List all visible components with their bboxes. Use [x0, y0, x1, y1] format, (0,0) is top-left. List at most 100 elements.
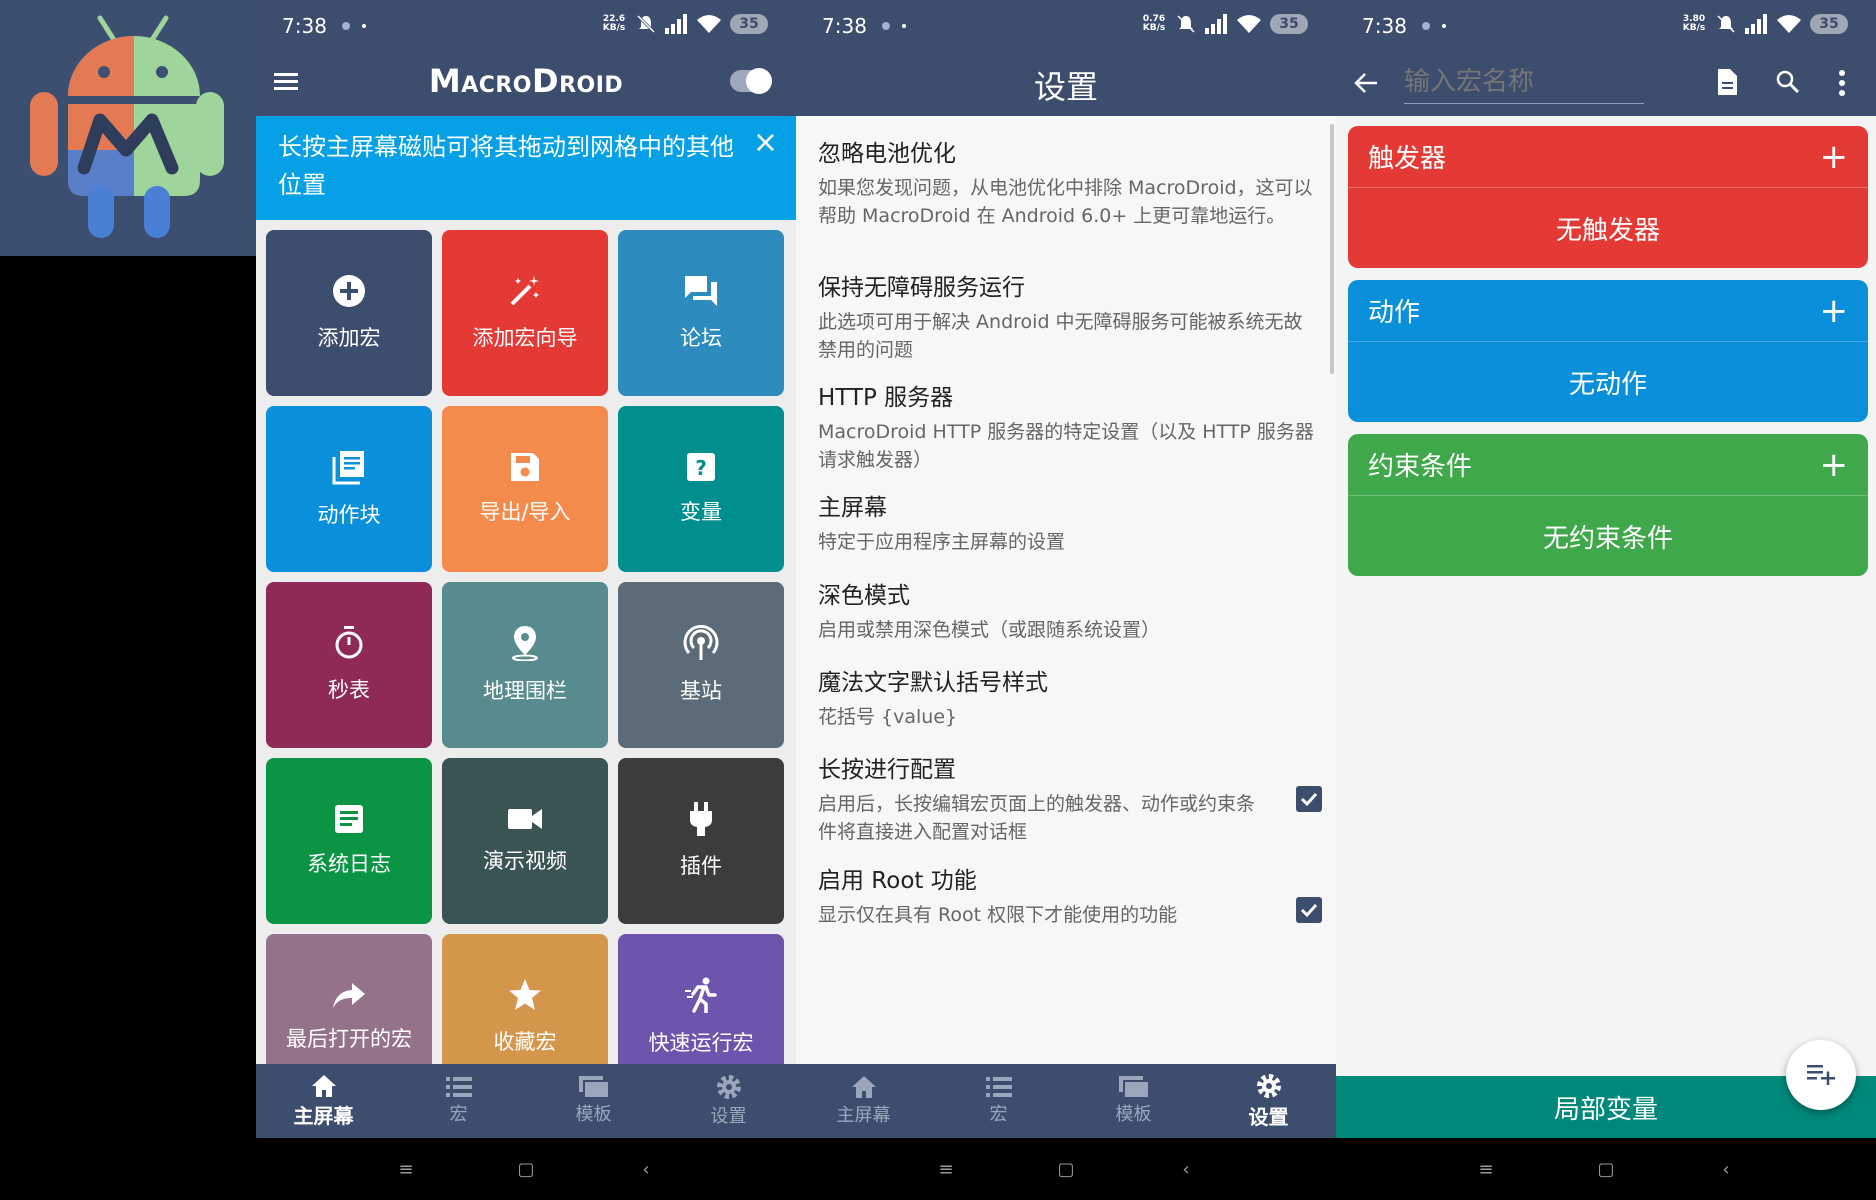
settings-checkbox[interactable] [1296, 786, 1322, 812]
home-tile[interactable]: 收藏宏 [442, 934, 608, 1064]
home-circle-icon[interactable]: ▢ [1056, 1159, 1076, 1180]
close-icon[interactable]: × [753, 124, 778, 162]
system-navigation: ≡ ▢ ‹ [796, 1138, 1336, 1200]
description-document-icon[interactable] [1716, 68, 1738, 96]
network-speed: 0.76 KB/s [1142, 14, 1166, 33]
home-tile[interactable]: 基站 [618, 582, 784, 748]
more-notifications-icon [902, 24, 906, 28]
nav-settings[interactable]: 设置 [661, 1064, 796, 1138]
settings-item-title: 保持无障碍服务运行 [818, 275, 1025, 301]
nav-macros[interactable]: 宏 [391, 1064, 526, 1138]
settings-item[interactable]: 启用 Root 功能 显示仅在具有 Root 权限下才能使用的功能 [818, 861, 1322, 929]
home-tile[interactable]: 最后打开的宏 [266, 934, 432, 1064]
settings-item[interactable]: 忽略电池优化 如果您发现问题，从电池优化中排除 MacroDroid，这可以帮助 … [818, 134, 1318, 230]
back-arrow-icon[interactable] [1354, 72, 1378, 94]
settings-item[interactable]: 魔法文字默认括号样式 花括号 {value} [818, 663, 1318, 731]
home-icon [851, 1076, 876, 1098]
home-tile[interactable]: 插件 [618, 758, 784, 924]
home-tile-label: 演示视频 [483, 849, 567, 873]
settings-checkbox[interactable] [1296, 897, 1322, 923]
settings-item[interactable]: HTTP 服务器 MacroDroid HTTP 服务器的特定设置（以及 HTTP… [818, 378, 1318, 474]
home-tile[interactable]: 导出/导入 [442, 406, 608, 572]
notification-icon [342, 22, 350, 30]
screenshot-root: 7:38 22.6 KB/s 35 MacroDroid 长按主屏幕磁贴可将其拖… [0, 0, 1876, 1200]
library-books-icon [332, 449, 366, 485]
settings-item-description: 如果您发现问题，从电池优化中排除 MacroDroid，这可以帮助 MacroD… [818, 177, 1313, 227]
status-time: 7:38 [282, 14, 327, 38]
phone-macro-editor-screen: 7:38 3.80 KB/s 35 触发器 + [1336, 0, 1876, 1200]
home-tile[interactable]: ? 变量 [618, 406, 784, 572]
home-tile-grid: 添加宏 添加宏向导 论坛动作块 导出/导入 ? 变量秒表 地理围栏 基站系统日志 演示视频 插件最… [266, 230, 786, 1064]
search-icon[interactable] [1776, 70, 1800, 94]
add-trigger-button[interactable]: + [1820, 137, 1849, 177]
triggers-header[interactable]: 触发器 + [1348, 126, 1868, 188]
macros-enabled-toggle[interactable] [730, 68, 772, 94]
back-icon[interactable]: ‹ [636, 1159, 656, 1180]
scrollbar[interactable] [1330, 124, 1334, 374]
home-circle-icon[interactable]: ▢ [1596, 1159, 1616, 1180]
nav-templates[interactable]: 模板 [1066, 1064, 1201, 1138]
nav-templates[interactable]: 模板 [526, 1064, 661, 1138]
more-vert-icon[interactable] [1838, 70, 1846, 96]
macro-editor-body: 触发器 + 无触发器 动作 + 无动作 约束条件 + 无约束条件 [1336, 116, 1876, 1076]
home-tile[interactable]: 快速运行宏 [618, 934, 784, 1064]
status-time: 7:38 [1362, 14, 1407, 38]
more-notifications-icon [1442, 24, 1446, 28]
wifi-icon [1777, 15, 1801, 33]
forum-icon [683, 274, 719, 308]
home-tile[interactable]: 动作块 [266, 406, 432, 572]
settings-item-title: 长按进行配置 [818, 757, 956, 783]
back-icon[interactable]: ‹ [1176, 1159, 1196, 1180]
home-tile[interactable]: 地理围栏 [442, 582, 608, 748]
back-icon[interactable]: ‹ [1716, 1159, 1736, 1180]
share-arrow-icon [332, 981, 366, 1009]
gear-icon [716, 1075, 741, 1099]
constraints-card: 约束条件 + 无约束条件 [1348, 434, 1868, 576]
battery-icon: 35 [1270, 14, 1308, 34]
network-speed: 22.6 KB/s [602, 14, 626, 33]
playlist-add-icon [1807, 1065, 1835, 1085]
settings-item-description: 花括号 {value} [818, 706, 958, 728]
notification-icon [1422, 22, 1430, 30]
nav-home[interactable]: 主屏幕 [256, 1064, 391, 1138]
home-tile[interactable]: 添加宏向导 [442, 230, 608, 396]
video-camera-icon [507, 807, 543, 831]
status-bar: 7:38 22.6 KB/s 35 [256, 0, 796, 50]
home-tile[interactable]: 演示视频 [442, 758, 608, 924]
nav-home-label: 主屏幕 [293, 1103, 354, 1128]
home-tile-label: 导出/导入 [479, 500, 571, 524]
settings-item-description: MacroDroid HTTP 服务器的特定设置（以及 HTTP 服务器请求触发… [818, 421, 1314, 471]
settings-item[interactable]: 长按进行配置 启用后，长按编辑宏页面上的触发器、动作或约束条件将直接进入配置对话框 [818, 750, 1322, 846]
add-macro-fab[interactable] [1786, 1040, 1856, 1110]
home-tile[interactable]: 论坛 [618, 230, 784, 396]
system-navigation: ≡ ▢ ‹ [1336, 1138, 1876, 1200]
home-tile-label: 快速运行宏 [648, 1031, 754, 1055]
add-constraint-button[interactable]: + [1820, 445, 1849, 485]
constraints-title: 约束条件 [1368, 452, 1473, 482]
settings-app-bar: 设置 [796, 50, 1336, 116]
nav-home[interactable]: 主屏幕 [796, 1064, 931, 1138]
nav-settings-label: 设置 [710, 1106, 747, 1127]
home-tile[interactable]: 添加宏 [266, 230, 432, 396]
home-tile[interactable]: 秒表 [266, 582, 432, 748]
nav-settings[interactable]: 设置 [1201, 1064, 1336, 1138]
recents-icon[interactable]: ≡ [396, 1159, 416, 1180]
settings-item-title: 主屏幕 [818, 495, 887, 521]
nav-templates-label: 模板 [575, 1104, 612, 1125]
local-variables-label: 局部变量 [1553, 1094, 1658, 1125]
settings-item-title: 启用 Root 功能 [818, 868, 977, 894]
settings-item[interactable]: 保持无障碍服务运行 此选项可用于解决 Android 中无障碍服务可能被系统无故禁… [818, 268, 1318, 364]
actions-header[interactable]: 动作 + [1348, 280, 1868, 342]
constraints-header[interactable]: 约束条件 + [1348, 434, 1868, 496]
nav-macros[interactable]: 宏 [931, 1064, 1066, 1138]
recents-icon[interactable]: ≡ [936, 1159, 956, 1180]
recents-icon[interactable]: ≡ [1476, 1159, 1496, 1180]
home-circle-icon[interactable]: ▢ [516, 1159, 536, 1180]
add-action-button[interactable]: + [1820, 291, 1849, 331]
home-tile-label: 最后打开的宏 [286, 1027, 412, 1051]
no-constraints-text: 无约束条件 [1542, 523, 1673, 554]
macro-name-input[interactable] [1404, 60, 1644, 104]
settings-item[interactable]: 深色模式 启用或禁用深色模式（或跟随系统设置） [818, 576, 1318, 644]
home-tile[interactable]: 系统日志 [266, 758, 432, 924]
settings-item[interactable]: 主屏幕 特定于应用程序主屏幕的设置 [818, 488, 1318, 556]
